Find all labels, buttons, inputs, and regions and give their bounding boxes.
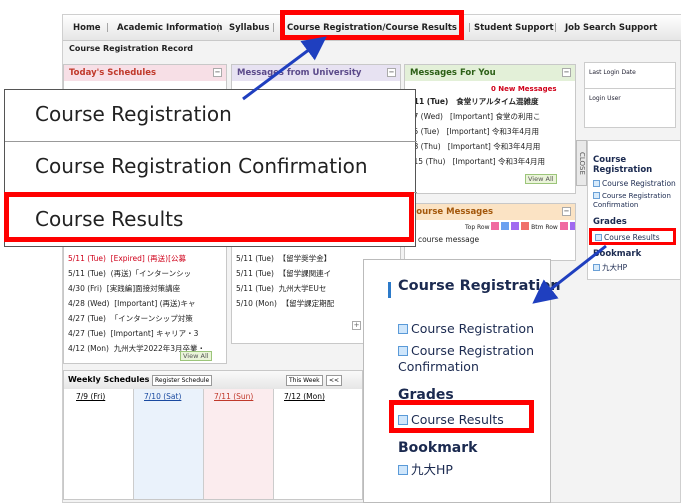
- screenshot-stage: Home | Academic Information | Syllabus |…: [0, 0, 681, 503]
- arrow-to-nav: [242, 36, 327, 101]
- arrow-to-zoom: [532, 244, 607, 304]
- arrow-overlay: [242, 36, 607, 304]
